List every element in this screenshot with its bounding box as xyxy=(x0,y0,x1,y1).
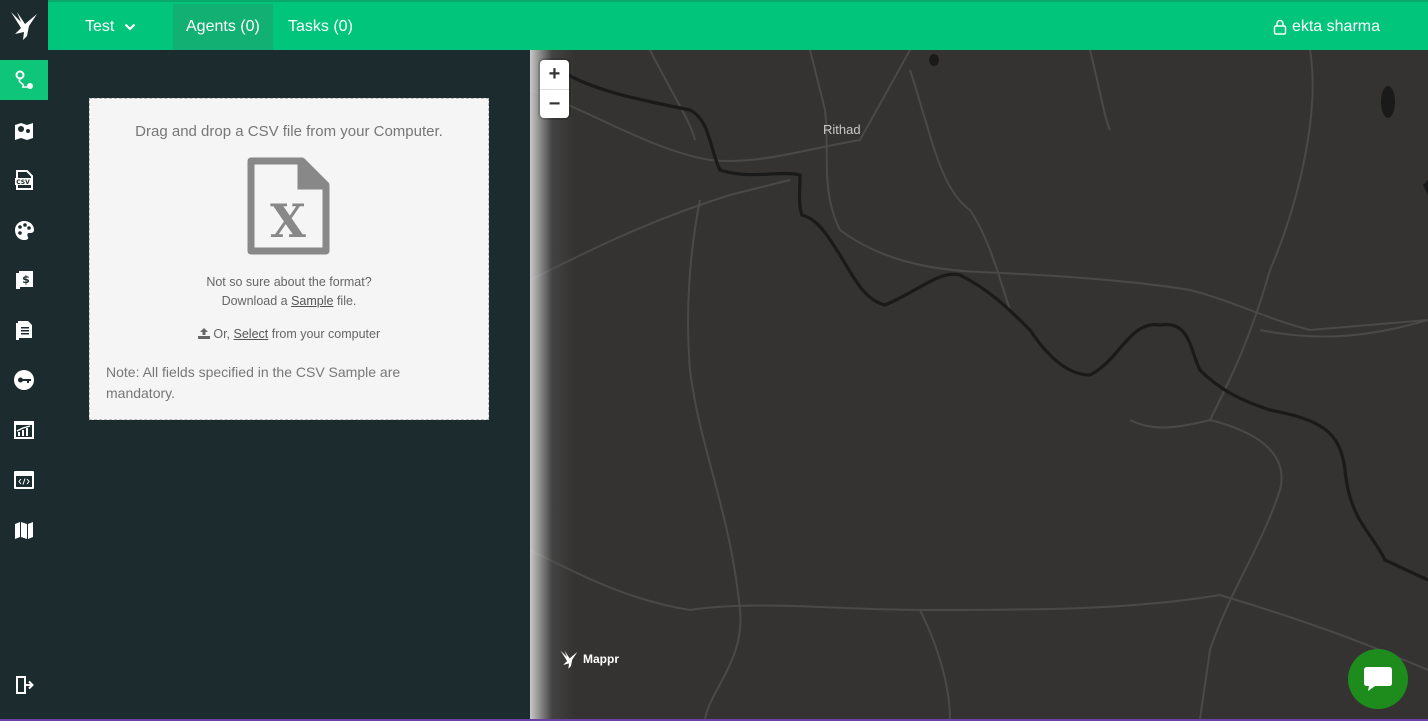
user-name: ekta sharma xyxy=(1291,18,1380,35)
code-window-icon xyxy=(14,471,34,489)
key-icon xyxy=(14,370,34,390)
zoom-in-button[interactable]: + xyxy=(540,60,569,89)
tab-agents-label: Agents (0) xyxy=(186,18,260,35)
dropzone-title: Drag and drop a CSV file from your Compu… xyxy=(135,123,443,140)
select-rest-text: from your computer xyxy=(271,327,381,341)
excel-file-icon: X xyxy=(246,157,332,260)
logout-button[interactable] xyxy=(0,665,48,705)
format-hint-line: Not so sure about the format? xyxy=(206,275,372,289)
tab-tasks[interactable]: Tasks (0) xyxy=(275,4,366,50)
upload-icon xyxy=(197,328,210,339)
user-icon xyxy=(1273,19,1287,35)
format-hint: Not so sure about the format? Download a… xyxy=(90,273,488,311)
project-dropdown[interactable]: Test xyxy=(72,4,149,50)
billing-icon: $ xyxy=(16,271,33,289)
brand-name: Mappr xyxy=(583,652,619,666)
logout-icon xyxy=(16,676,34,694)
sidebar-item-maps[interactable] xyxy=(0,510,48,550)
palette-icon xyxy=(15,221,34,240)
map-edge-shadow xyxy=(530,50,574,719)
top-bar: Test Agents (0) Tasks (0) ekta sharma xyxy=(48,0,1428,50)
analytics-icon xyxy=(14,421,34,439)
select-file-link[interactable]: Select xyxy=(234,327,269,341)
user-menu[interactable]: ekta sharma xyxy=(1273,4,1380,50)
bird-logo-icon xyxy=(11,12,37,40)
csv-dropzone[interactable]: Drag and drop a CSV file from your Compu… xyxy=(89,98,489,420)
document-icon xyxy=(16,321,32,340)
sidebar-item-documents[interactable] xyxy=(0,310,48,350)
chevron-down-icon xyxy=(124,23,136,31)
svg-text:CSV: CSV xyxy=(16,179,30,186)
file-text: file. xyxy=(336,294,357,308)
sidebar-item-locations[interactable] xyxy=(0,110,48,150)
mandatory-note: Note: All fields specified in the CSV Sa… xyxy=(106,364,401,401)
sidebar-item-theme[interactable] xyxy=(0,210,48,250)
agents-panel: Drag and drop a CSV file from your Compu… xyxy=(48,50,530,721)
sidebar-item-developer[interactable] xyxy=(0,460,48,500)
sidebar-item-csv[interactable]: CSV xyxy=(0,160,48,200)
sidebar: CSV $ xyxy=(0,0,48,721)
sidebar-item-api-keys[interactable] xyxy=(0,360,48,400)
map-pins-icon xyxy=(15,123,33,140)
chat-button[interactable] xyxy=(1348,649,1408,709)
tab-tasks-label: Tasks (0) xyxy=(288,18,353,35)
sidebar-item-routes[interactable] xyxy=(0,60,48,100)
project-name: Test xyxy=(85,18,115,35)
route-pin-icon xyxy=(15,70,33,89)
svg-text:X: X xyxy=(270,194,306,248)
download-text: Download a xyxy=(221,294,288,308)
svg-text:$: $ xyxy=(22,273,30,286)
map-brand: Mappr xyxy=(558,648,619,670)
sample-link[interactable]: Sample xyxy=(291,294,333,308)
select-file-row: Or, Select from your computer xyxy=(90,327,488,341)
zoom-control: + − xyxy=(540,60,569,118)
map-icon xyxy=(15,522,33,539)
tab-agents[interactable]: Agents (0) xyxy=(173,4,273,50)
map-roads xyxy=(530,50,1428,719)
app-logo[interactable] xyxy=(0,0,48,50)
map-view[interactable]: + − Rithad Mappr xyxy=(530,50,1428,719)
chat-bubble-icon xyxy=(1364,667,1392,691)
sidebar-item-analytics[interactable] xyxy=(0,410,48,450)
sidebar-item-billing[interactable]: $ xyxy=(0,260,48,300)
bird-logo-icon xyxy=(560,650,578,669)
csv-file-icon: CSV xyxy=(15,170,33,190)
map-place-label: Rithad xyxy=(823,122,861,137)
or-text: Or, xyxy=(213,327,231,341)
zoom-out-button[interactable]: − xyxy=(540,89,569,118)
